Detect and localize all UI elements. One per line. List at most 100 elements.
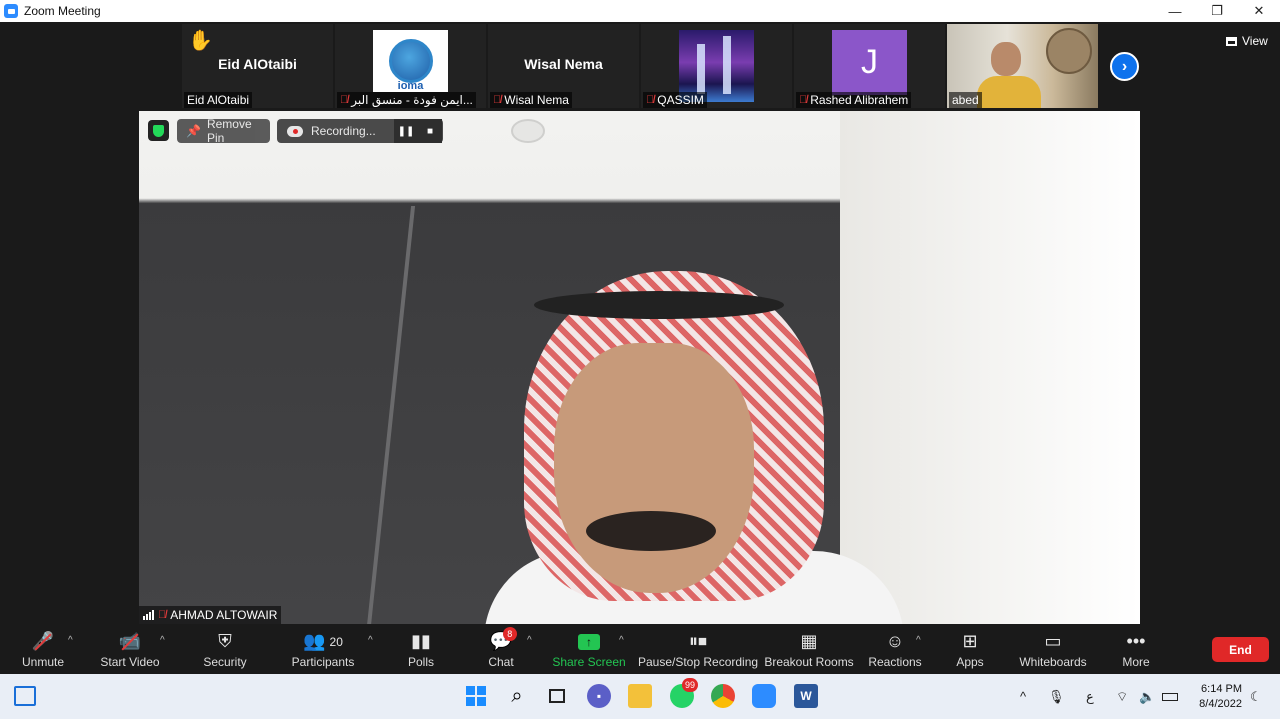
unmute-button[interactable]: 🎤 Unmute xyxy=(14,625,72,674)
participant-tile[interactable]: 🎙̸ QASSIM xyxy=(641,24,792,108)
speaker-name: AHMAD ALTOWAIR xyxy=(170,608,278,622)
video-options-caret-icon[interactable]: ^ xyxy=(160,635,165,646)
start-windows-icon[interactable] xyxy=(464,684,488,708)
next-page-button[interactable]: › xyxy=(1110,52,1139,81)
clock-time: 6:14 PM xyxy=(1201,683,1242,695)
encryption-shield-button[interactable] xyxy=(148,120,169,141)
whiteboards-button[interactable]: ▭ Whiteboards xyxy=(1018,625,1088,674)
smiley-icon: ☺ xyxy=(885,631,905,651)
pause-stop-recording-button[interactable]: ⏸⏹ Pause/Stop Recording xyxy=(638,625,758,674)
mic-tray-icon[interactable]: 🎙 xyxy=(1048,674,1065,719)
audio-options-caret-icon[interactable]: ^ xyxy=(68,635,73,646)
chat-bubble-icon: 💬 8 xyxy=(490,626,517,653)
chrome-icon[interactable] xyxy=(711,684,735,708)
start-video-button[interactable]: 📹 Start Video xyxy=(98,625,162,674)
tower-shape xyxy=(723,36,731,94)
muted-mic-icon: 🎙̸ xyxy=(799,94,808,106)
participant-tile[interactable]: Wisal Nema 🎙̸ Wisal Nema xyxy=(488,24,639,108)
volume-icon[interactable]: 🔈 xyxy=(1139,674,1155,719)
participant-tile[interactable]: J 🎙̸ Rashed Alibrahem xyxy=(794,24,945,108)
whatsapp-icon[interactable]: 99 xyxy=(670,678,699,708)
zoom-taskbar-icon[interactable] xyxy=(752,684,776,708)
chat-button[interactable]: 💬 8 Chat xyxy=(480,625,522,674)
title-bar: Zoom Meeting — ❐ ✕ xyxy=(0,0,1280,22)
pause-stop-icon: ⏸⏹ xyxy=(689,631,707,651)
participant-strip: ✋ Eid AlOtaibi Eid AlOtaibi ioma 🎙̸ ايمن… xyxy=(182,24,1098,108)
apps-icon: ⊞ xyxy=(962,631,978,651)
window-controls: — ❐ ✕ xyxy=(1154,0,1280,22)
participant-tile[interactable]: ioma 🎙̸ ايمن فودة - منسق البر... xyxy=(335,24,486,108)
end-meeting-button[interactable]: End xyxy=(1212,637,1269,662)
recording-indicator: Recording... xyxy=(277,124,394,138)
remove-pin-button[interactable]: 📌 Remove Pin xyxy=(177,117,270,145)
raised-hand-icon: ✋ xyxy=(188,30,213,52)
participant-tile[interactable]: abed xyxy=(947,24,1098,108)
polls-button[interactable]: ▮▮ Polls xyxy=(400,625,442,674)
muted-mic-icon: 🎙̸ xyxy=(646,94,655,106)
wifi-icon[interactable]: ⌔ xyxy=(1116,674,1128,719)
participant-caption: 🎙̸ QASSIM xyxy=(643,92,707,108)
security-button[interactable]: ⛨ Security xyxy=(198,625,252,674)
speaker-figure xyxy=(484,251,914,624)
notifications-moon-icon[interactable]: ☾ xyxy=(1250,674,1262,719)
word-icon[interactable]: W xyxy=(794,684,818,708)
tray-overflow-chevron-icon[interactable]: ^ xyxy=(1020,674,1026,719)
chat-unread-badge: 8 xyxy=(502,626,517,641)
microphone-muted-icon: 🎤 xyxy=(32,631,54,653)
share-screen-button[interactable]: ↑ Share Screen xyxy=(552,625,626,674)
pause-icon: ❚❚ xyxy=(397,125,415,137)
minimize-button[interactable]: — xyxy=(1154,0,1196,22)
participants-icon: 👥 20 xyxy=(303,631,343,651)
participant-name: Rashed Alibrahem xyxy=(810,93,909,107)
maximize-button[interactable]: ❐ xyxy=(1196,0,1238,22)
view-button[interactable]: View xyxy=(1226,34,1268,48)
task-view-icon[interactable] xyxy=(545,684,569,708)
whatsapp-badge: 99 xyxy=(682,678,699,692)
camera-off-icon: 📹 xyxy=(119,631,141,653)
participant-name: Eid AlOtaibi xyxy=(187,93,250,107)
more-button[interactable]: ••• More xyxy=(1116,625,1156,674)
participant-caption: Eid AlOtaibi xyxy=(184,92,253,108)
file-explorer-icon[interactable] xyxy=(628,684,652,708)
slash-mark xyxy=(34,633,52,650)
stop-recording-button[interactable]: ■ xyxy=(418,119,442,143)
share-options-caret-icon[interactable]: ^ xyxy=(619,635,624,646)
participant-name: Wisal Nema xyxy=(504,93,569,107)
polls-chart-icon: ▮▮ xyxy=(411,631,431,651)
muted-mic-icon: 🎙̸ xyxy=(158,609,167,621)
main-speaker-video xyxy=(139,111,1140,624)
share-screen-label: Share Screen xyxy=(552,654,626,669)
reactions-options-caret-icon[interactable]: ^ xyxy=(916,635,921,646)
windows-logo-icon xyxy=(466,686,486,706)
widgets-icon[interactable] xyxy=(14,686,36,706)
close-button[interactable]: ✕ xyxy=(1238,0,1280,22)
participant-tile[interactable]: ✋ Eid AlOtaibi Eid AlOtaibi xyxy=(182,24,333,108)
head-shape xyxy=(991,42,1021,76)
breakout-rooms-button[interactable]: ▦ Breakout Rooms xyxy=(764,625,853,674)
agal-shape xyxy=(534,291,784,319)
participant-caption: 🎙̸ ايمن فودة - منسق البر... xyxy=(337,92,476,108)
shirt-shape xyxy=(977,76,1041,108)
reactions-button[interactable]: ☺ Reactions xyxy=(866,625,924,674)
shield-icon xyxy=(153,124,164,137)
participants-button[interactable]: 👥 20 Participants xyxy=(290,625,356,674)
keyboard-language[interactable]: ع xyxy=(1086,674,1094,719)
muted-mic-icon: 🎙̸ xyxy=(493,94,502,106)
whiteboard-icon: ▭ xyxy=(1044,631,1062,651)
participant-caption: 🎙̸ Rashed Alibrahem xyxy=(796,92,912,108)
breakout-rooms-icon: ▦ xyxy=(800,631,818,651)
clock-date: 8/4/2022 xyxy=(1199,698,1242,710)
pause-recording-button[interactable]: ❚❚ xyxy=(394,119,418,143)
ceiling-light-shape xyxy=(511,119,545,143)
wall-seal-shape xyxy=(1046,28,1092,74)
teams-chat-icon[interactable]: ▪ xyxy=(587,684,611,708)
taskbar-clock[interactable]: 6:14 PM 8/4/2022 xyxy=(1190,682,1242,712)
apps-button[interactable]: ⊞ Apps xyxy=(950,625,990,674)
chevron-right-icon: › xyxy=(1121,57,1128,75)
chat-options-caret-icon[interactable]: ^ xyxy=(527,635,532,646)
participants-options-caret-icon[interactable]: ^ xyxy=(368,635,373,646)
pin-icon: 📌 xyxy=(186,124,201,138)
battery-icon[interactable] xyxy=(1162,674,1178,719)
search-icon[interactable]: ⌕ xyxy=(505,684,529,708)
windows-taskbar: ⌕ ▪ 99 W ^ 🎙 ع ⌔ 🔈 6:14 PM 8/4/2022 ☾ xyxy=(0,674,1280,719)
